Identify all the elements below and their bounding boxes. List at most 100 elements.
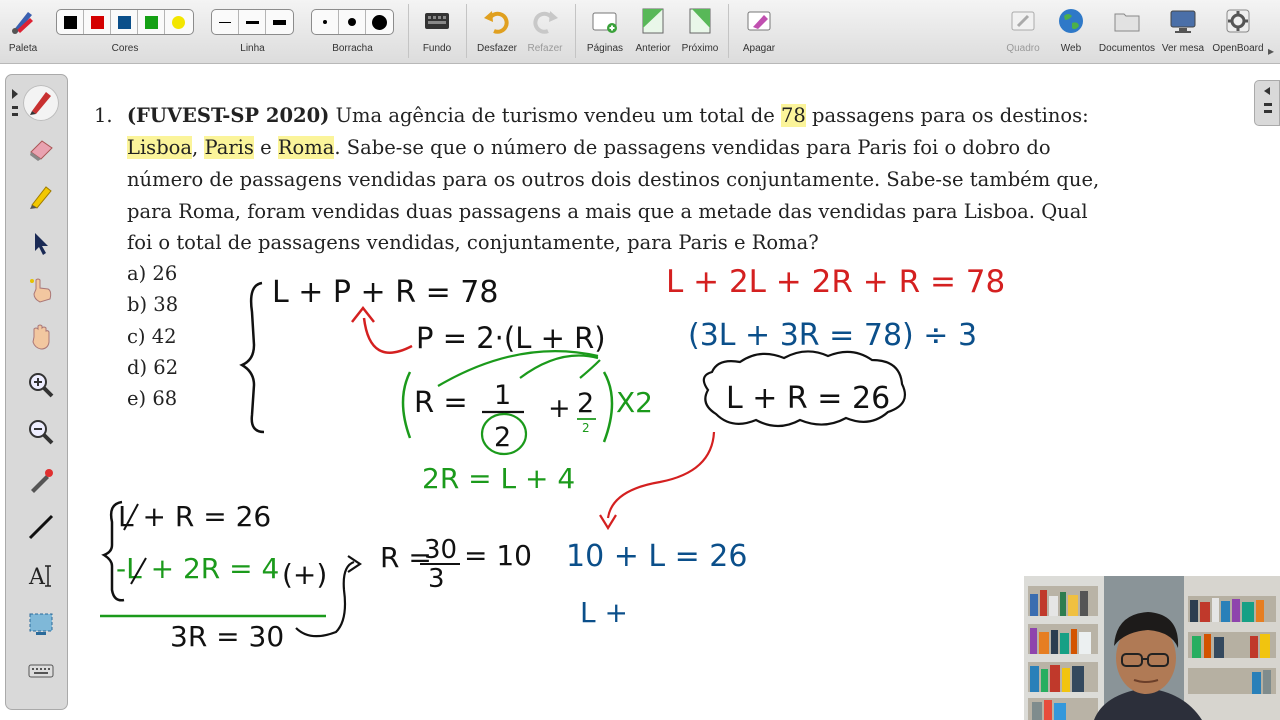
palette-button[interactable]: Paleta (0, 0, 46, 62)
next-page-button[interactable]: Próximo (677, 0, 723, 62)
openboard-button[interactable]: OpenBoard (1210, 0, 1266, 62)
eraser-medium[interactable] (339, 10, 366, 34)
selector-tool[interactable] (23, 227, 59, 263)
keyboard-grid-icon (422, 6, 452, 36)
text-icon: A (26, 560, 56, 594)
virtual-keyboard-tool[interactable] (23, 655, 59, 691)
globe-icon (1056, 6, 1086, 36)
toolbar-divider (466, 4, 467, 58)
color-yellow[interactable] (165, 10, 192, 34)
previous-label: Anterior (635, 43, 671, 54)
constant-two: 2 (577, 388, 594, 419)
monitor-icon (1168, 6, 1198, 36)
option-d: d) 62 (127, 356, 179, 379)
option-a: a) 26 (127, 262, 178, 285)
desktop-label: Ver mesa (1161, 43, 1205, 54)
line-thick[interactable] (266, 10, 293, 34)
undo-button[interactable]: Desfazer (472, 0, 522, 62)
board-button[interactable]: Quadro (1000, 0, 1046, 62)
pages-button[interactable]: Páginas (582, 0, 628, 62)
line-medium[interactable] (239, 10, 266, 34)
clear-label: Apagar (742, 43, 776, 54)
thought-cloud (702, 350, 906, 428)
palette-icon (8, 6, 38, 36)
openboard-label: OpenBoard (1212, 43, 1264, 54)
eraser-small[interactable] (312, 10, 339, 34)
desktop-button[interactable]: Ver mesa (1160, 0, 1206, 62)
result-arrow-head (347, 555, 362, 573)
gear-icon (1223, 6, 1253, 36)
question-line-4: para Roma, foram vendidas duas passagens… (127, 200, 1088, 223)
color-blue[interactable] (111, 10, 138, 34)
r-denominator: 3 (428, 564, 445, 594)
zoom-out-icon (26, 417, 56, 451)
zoom-out-tool[interactable] (23, 416, 59, 452)
next-label: Próximo (681, 43, 719, 54)
chevron-right-icon[interactable]: ▸ (1268, 44, 1274, 58)
line-label: Linha (240, 43, 265, 54)
palette-handle[interactable] (9, 81, 21, 139)
text-tool[interactable]: A (23, 559, 59, 595)
conjunction: e (260, 136, 272, 159)
eraser-tool[interactable] (23, 133, 59, 169)
eq-cloud: L + R = 26 (726, 381, 890, 416)
background-button[interactable]: Fundo (414, 0, 460, 62)
right-panel-tab[interactable] (1254, 80, 1280, 126)
collapse-arrow-icon (1264, 87, 1272, 113)
destination-paris: Paris (204, 136, 254, 159)
line-group: Linha (211, 0, 294, 62)
main-toolbar: Paleta Cores Linha Borracha Fundo Desfaz… (0, 0, 1280, 64)
redo-button[interactable]: Refazer (522, 0, 568, 62)
color-red[interactable] (84, 10, 111, 34)
folder-icon (1112, 6, 1142, 36)
webcam-overlay (1024, 576, 1280, 720)
presenter-video (1024, 576, 1280, 720)
previous-page-button[interactable]: Anterior (630, 0, 676, 62)
option-e: e) 68 (127, 387, 178, 410)
line-tool[interactable] (23, 511, 59, 547)
pen-tool[interactable] (23, 85, 59, 121)
capture-icon (26, 608, 56, 642)
frac-denominator: 2 (494, 422, 511, 453)
cancel-l-1 (123, 503, 139, 531)
eq-red-substitution: L + 2L + 2R + R = 78 (666, 264, 1005, 300)
question-line-1: 1. (FUVEST-SP 2020) Uma agência de turis… (94, 104, 1089, 127)
laser-pointer-icon (26, 465, 56, 499)
question-line-5: foi o total de passagens vendidas, conju… (127, 231, 819, 254)
clear-button[interactable]: Apagar (736, 0, 782, 62)
eraser-large[interactable] (366, 10, 393, 34)
svg-text:A: A (28, 565, 46, 590)
documents-button[interactable]: Documentos (1096, 0, 1158, 62)
web-button[interactable]: Web (1048, 0, 1094, 62)
r-result: = 10 (464, 539, 532, 572)
question-text-1a: Uma agência de turismo vendeu um total d… (335, 104, 775, 127)
line-thin[interactable] (212, 10, 239, 34)
bookshelf-right (1184, 576, 1280, 720)
question-text-2b: . Sabe-se que o número de passagens vend… (334, 136, 1051, 159)
redo-icon (530, 6, 560, 36)
laser-pointer-tool[interactable] (23, 464, 59, 500)
color-black[interactable] (57, 10, 84, 34)
destination-roma: Roma (277, 136, 335, 159)
zoom-in-tool[interactable] (23, 369, 59, 405)
highlighter-tool[interactable] (23, 180, 59, 216)
plus-sign: + (548, 393, 571, 424)
green-paren-right (602, 371, 614, 443)
question-source: (FUVEST-SP 2020) (126, 104, 330, 127)
eq-sys2-2: -L + 2R = 4 (116, 552, 279, 585)
color-green[interactable] (138, 10, 165, 34)
undo-icon (482, 6, 512, 36)
documents-label: Documentos (1098, 43, 1156, 54)
cloud-arrow-head (599, 514, 617, 531)
background-label: Fundo (422, 43, 452, 54)
eraser-group: Borracha (311, 0, 394, 62)
hand-tool[interactable] (23, 321, 59, 357)
circled-denominator (480, 412, 528, 456)
question-line-3: número de passagens vendidas para os out… (127, 168, 1100, 191)
toolbar-divider (728, 4, 729, 58)
eq-sum: L + P + R = 78 (272, 275, 498, 310)
board-icon (1008, 6, 1038, 36)
cloud-arrow (606, 431, 716, 519)
capture-tool[interactable] (23, 607, 59, 643)
interact-tool[interactable] (23, 274, 59, 310)
